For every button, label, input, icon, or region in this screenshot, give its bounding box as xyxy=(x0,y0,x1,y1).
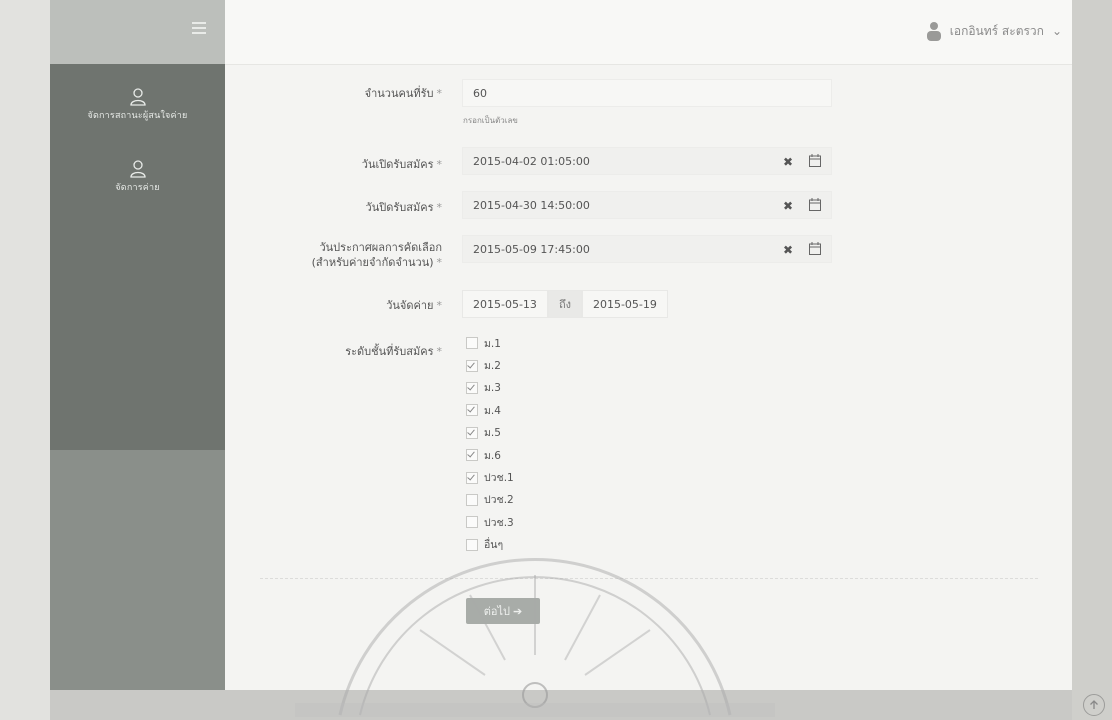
checkbox[interactable] xyxy=(466,426,478,439)
checkbox[interactable] xyxy=(466,471,478,484)
level-checkbox-row[interactable]: ม.6 xyxy=(466,444,514,466)
close-date-label: วันปิดรับสมัคร * xyxy=(365,201,442,214)
level-checkbox-row[interactable]: ม.2 xyxy=(466,354,514,376)
camp-end-date-input[interactable]: 2015-05-19 xyxy=(581,290,668,318)
close-date-input[interactable]: 2015-04-30 14:50:00 ✖ xyxy=(462,191,832,219)
announce-date-input[interactable]: 2015-05-09 17:45:00 ✖ xyxy=(462,235,832,263)
level-checkbox-row[interactable]: ม.3 xyxy=(466,377,514,399)
calendar-icon[interactable] xyxy=(809,154,821,167)
sidebar-header xyxy=(50,0,225,64)
arrow-up-icon xyxy=(1090,700,1098,709)
camp-date-range: 2015-05-13 ถึง 2015-05-19 xyxy=(462,290,668,318)
sidebar-item-label: จัดการค่าย xyxy=(115,183,160,193)
level-checkbox-row[interactable]: ปวช.2 xyxy=(466,489,514,511)
chevron-down-icon: ⌄ xyxy=(1051,24,1062,38)
range-separator: ถึง xyxy=(547,290,582,318)
scroll-to-top-button[interactable] xyxy=(1083,694,1105,716)
clear-icon[interactable]: ✖ xyxy=(783,243,793,257)
checkbox-label: ม.3 xyxy=(484,382,501,395)
checkbox-label: ม.5 xyxy=(484,427,501,440)
checkbox[interactable] xyxy=(466,404,478,417)
camp-start-date-input[interactable]: 2015-05-13 xyxy=(462,290,548,318)
checkbox-label: ปวช.2 xyxy=(484,494,514,507)
calendar-icon[interactable] xyxy=(809,242,821,255)
checkbox[interactable] xyxy=(466,359,478,372)
scan-margin-right xyxy=(1072,0,1112,720)
top-bar: เอกอินทร์ สะตรวก ⌄ xyxy=(225,0,1072,65)
calendar-icon[interactable] xyxy=(809,198,821,211)
checkbox-label: ปวช.1 xyxy=(484,472,514,485)
level-checkbox-row[interactable]: ปวช.1 xyxy=(466,466,514,488)
open-date-label: วันเปิดรับสมัคร * xyxy=(361,158,442,171)
user-icon xyxy=(129,88,146,106)
sidebar-item-applicant-status[interactable]: จัดการสถานะผู้สนใจค่าย xyxy=(50,88,225,122)
checkbox-label: ม.4 xyxy=(484,404,501,417)
levels-label: ระดับชั้นที่รับสมัคร * xyxy=(345,345,442,358)
level-checkbox-row[interactable]: ม.5 xyxy=(466,422,514,444)
checkbox[interactable] xyxy=(466,493,478,506)
capacity-input[interactable]: 60 xyxy=(462,79,832,107)
user-menu[interactable]: เอกอินทร์ สะตรวก ⌄ xyxy=(926,20,1062,42)
user-icon xyxy=(129,160,146,178)
announce-date-label: วันประกาศผลการคัดเลือก (สำหรับค่ายจำกัดจ… xyxy=(311,241,442,269)
avatar-icon xyxy=(926,22,941,41)
capacity-label: จำนวนคนที่รับ * xyxy=(364,87,442,100)
open-date-input[interactable]: 2015-04-02 01:05:00 ✖ xyxy=(462,147,832,175)
checkbox[interactable] xyxy=(466,381,478,394)
capacity-hint: กรอกเป็นตัวเลข xyxy=(463,116,518,125)
clear-icon[interactable]: ✖ xyxy=(783,155,793,169)
checkbox-label: ม.6 xyxy=(484,449,501,462)
level-checkbox-row[interactable]: ม.4 xyxy=(466,399,514,421)
level-checkbox-row[interactable]: ม.1 xyxy=(466,332,514,354)
hamburger-menu-icon[interactable] xyxy=(192,22,206,34)
sidebar-item-manage-camp[interactable]: จัดการค่าย xyxy=(50,160,225,194)
camp-date-label: วันจัดค่าย * xyxy=(386,299,442,312)
scan-margin-left xyxy=(0,0,50,720)
user-name: เอกอินทร์ สะตรวก xyxy=(949,23,1044,38)
checkbox-label: ม.1 xyxy=(484,337,501,350)
university-seal-watermark xyxy=(295,557,775,717)
checkbox[interactable] xyxy=(466,449,478,462)
sidebar: จัดการสถานะผู้สนใจค่าย จัดการค่าย xyxy=(50,0,225,690)
checkbox[interactable] xyxy=(466,337,478,350)
checkbox-label: ม.2 xyxy=(484,360,501,373)
sidebar-item-label: จัดการสถานะผู้สนใจค่าย xyxy=(87,111,188,121)
clear-icon[interactable]: ✖ xyxy=(783,199,793,213)
